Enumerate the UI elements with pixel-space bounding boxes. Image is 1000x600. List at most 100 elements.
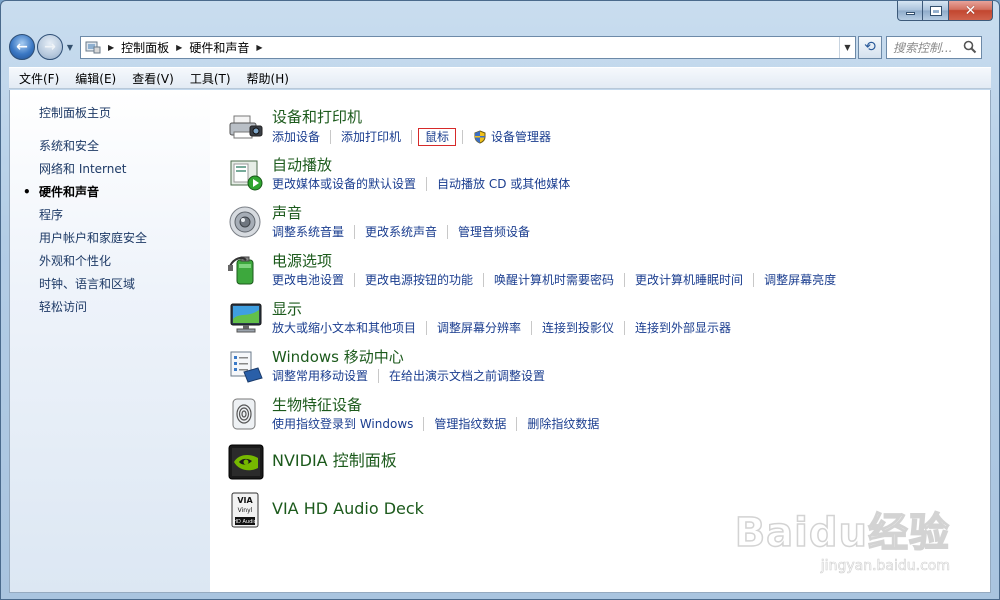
link-power-button-action[interactable]: 更改电源按钮的功能 [365,272,473,288]
category-links: 调整系统音量 更改系统声音 管理音频设备 [272,224,530,240]
link-battery-settings[interactable]: 更改电池设置 [272,272,344,288]
chevron-down-icon: ▼ [66,42,74,52]
display-monitor-icon[interactable] [228,300,264,336]
menu-edit[interactable]: 编辑(E) [67,70,124,87]
sidebar: 控制面板主页 系统和安全 网络和 Internet • 硬件和声音 程序 用户帐… [10,90,210,592]
category-sound: 声音 调整系统音量 更改系统声音 管理音频设备 [228,200,990,248]
sidebar-item-clock-language-region[interactable]: 时钟、语言和区域 [10,273,210,296]
category-links: 更改媒体或设备的默认设置 自动播放 CD 或其他媒体 [272,176,570,192]
sidebar-item-network-internet[interactable]: 网络和 Internet [10,158,210,181]
link-manage-fingerprint[interactable]: 管理指纹数据 [434,416,506,432]
back-button[interactable]: ← [9,34,35,60]
menu-help[interactable]: 帮助(H) [239,70,297,87]
minimize-icon [905,12,915,15]
mobility-center-icon[interactable] [228,348,264,384]
speaker-icon[interactable] [228,204,264,240]
forward-button[interactable]: → [37,34,63,60]
link-external-display[interactable]: 连接到外部显示器 [635,320,731,336]
sidebar-item-programs[interactable]: 程序 [10,204,210,227]
link-add-device[interactable]: 添加设备 [272,129,320,145]
fingerprint-icon[interactable] [228,396,264,432]
link-sleep-time[interactable]: 更改计算机睡眠时间 [635,272,743,288]
nvidia-logo-icon[interactable] [228,444,264,480]
control-panel-icon [85,40,101,54]
link-fingerprint-login[interactable]: 使用指纹登录到 Windows [272,416,413,432]
arrow-left-icon: ← [16,39,28,55]
category-title[interactable]: 显示 [272,300,731,318]
breadcrumb-separator-icon[interactable]: ▶ [176,43,182,52]
breadcrumb-separator-icon[interactable]: ▶ [256,43,262,52]
watermark-url: jingyan.baidu.com [820,558,950,575]
category-title[interactable]: Windows 移动中心 [272,348,545,366]
link-autoplay-cd[interactable]: 自动播放 CD 或其他媒体 [437,176,570,192]
link-change-sounds[interactable]: 更改系统声音 [365,224,437,240]
category-title[interactable]: 设备和打印机 [272,108,551,126]
address-dropdown-button[interactable]: ▼ [839,36,855,58]
divider [354,225,356,239]
link-screen-brightness[interactable]: 调整屏幕亮度 [764,272,836,288]
close-icon: ✕ [964,2,977,19]
recent-pages-dropdown[interactable]: ▼ [64,43,76,52]
link-device-manager[interactable]: 设备管理器 [491,129,551,145]
sidebar-item-appearance[interactable]: 外观和个性化 [10,250,210,273]
close-button[interactable]: ✕ [949,1,993,21]
link-delete-fingerprint[interactable]: 删除指纹数据 [527,416,599,432]
category-title[interactable]: VIA HD Audio Deck [272,500,424,518]
printer-camera-icon[interactable] [228,108,264,144]
sidebar-item-home[interactable]: 控制面板主页 [10,102,210,125]
link-change-media-defaults[interactable]: 更改媒体或设备的默认设置 [272,176,416,192]
link-mobility-settings[interactable]: 调整常用移动设置 [272,368,368,384]
divider [483,273,485,287]
autoplay-icon[interactable] [228,156,264,192]
sidebar-item-user-accounts[interactable]: 用户帐户和家庭安全 [10,227,210,250]
category-nvidia: NVIDIA 控制面板 [228,440,990,488]
category-title[interactable]: 自动播放 [272,156,570,174]
svg-text:HD Audio: HD Audio [233,519,256,525]
search-icon[interactable] [963,40,977,54]
link-screen-resolution[interactable]: 调整屏幕分辨率 [437,320,521,336]
breadcrumb-hardware-sound[interactable]: 硬件和声音 [189,39,249,56]
search-input[interactable]: 搜索控制... [886,35,982,59]
link-wake-password[interactable]: 唤醒计算机时需要密码 [494,272,614,288]
link-adjust-volume[interactable]: 调整系统音量 [272,224,344,240]
maximize-icon [929,5,942,16]
refresh-button[interactable]: ⟲ [858,35,882,59]
link-mouse[interactable]: 鼠标 [418,128,457,146]
arrow-right-icon: → [44,39,56,55]
sidebar-item-system-security[interactable]: 系统和安全 [10,135,210,158]
address-bar[interactable]: ▶ 控制面板 ▶ 硬件和声音 ▶ ▼ [80,35,856,59]
category-title[interactable]: 声音 [272,204,530,222]
watermark-logo: Baidu经验 [734,509,950,557]
category-links: 放大或缩小文本和其他项目 调整屏幕分辨率 连接到投影仪 连接到外部显示器 [272,320,731,336]
menu-file[interactable]: 文件(F) [11,70,67,87]
category-devices-printers: 设备和打印机 添加设备 添加打印机 鼠标 设备管理器 [228,104,990,152]
category-links: 调整常用移动设置 在给出演示文档之前调整设置 [272,368,545,384]
sidebar-item-label: 硬件和声音 [39,185,100,199]
sidebar-item-hardware-sound[interactable]: • 硬件和声音 [10,181,210,204]
category-autoplay: 自动播放 更改媒体或设备的默认设置 自动播放 CD 或其他媒体 [228,152,990,200]
link-add-printer[interactable]: 添加打印机 [341,129,401,145]
link-manage-audio-devices[interactable]: 管理音频设备 [458,224,530,240]
minimize-button[interactable] [897,1,923,21]
category-title[interactable]: NVIDIA 控制面板 [272,452,397,470]
category-title[interactable]: 生物特征设备 [272,396,599,414]
link-connect-projector[interactable]: 连接到投影仪 [542,320,614,336]
via-audio-icon[interactable]: VIA Vinyl HD Audio [228,492,264,528]
category-display: 显示 放大或缩小文本和其他项目 调整屏幕分辨率 连接到投影仪 连接到外部显示器 [228,296,990,344]
link-presentation-settings[interactable]: 在给出演示文档之前调整设置 [389,368,545,384]
category-title[interactable]: 电源选项 [272,252,836,270]
search-placeholder: 搜索控制... [893,40,953,55]
divider [624,273,626,287]
category-links: 使用指纹登录到 Windows 管理指纹数据 删除指纹数据 [272,416,599,432]
breadcrumb-separator-icon[interactable]: ▶ [108,43,114,52]
category-links: 添加设备 添加打印机 鼠标 设备管理器 [272,128,551,146]
power-battery-icon[interactable] [228,252,264,288]
link-text-size[interactable]: 放大或缩小文本和其他项目 [272,320,416,336]
breadcrumb-control-panel[interactable]: 控制面板 [121,39,169,56]
menu-view[interactable]: 查看(V) [124,70,182,87]
uac-shield-icon [474,130,486,144]
sidebar-item-ease-of-access[interactable]: 轻松访问 [10,296,210,319]
maximize-button[interactable] [923,1,949,21]
divider [516,417,518,431]
menu-tools[interactable]: 工具(T) [182,70,239,87]
